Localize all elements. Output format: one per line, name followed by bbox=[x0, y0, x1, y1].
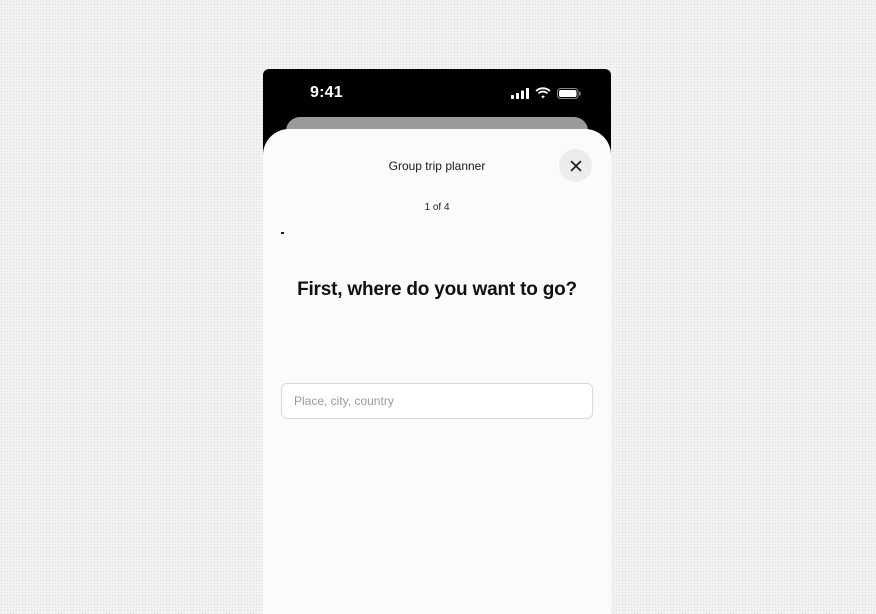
battery-icon bbox=[557, 87, 581, 99]
question-heading: First, where do you want to go? bbox=[297, 279, 577, 300]
close-button[interactable] bbox=[559, 149, 592, 182]
step-counter: 1 of 4 bbox=[424, 202, 450, 213]
status-bar: 9:41 bbox=[263, 69, 611, 117]
destination-input[interactable] bbox=[281, 383, 593, 419]
trip-planner-sheet: Group trip planner 1 of 4 First, where d… bbox=[263, 129, 611, 614]
status-icons bbox=[511, 87, 581, 99]
phone-frame: 9:41 Group trip planner 1 of 4 First, wh… bbox=[263, 69, 611, 614]
cellular-signal-icon bbox=[511, 87, 529, 99]
progress-bar-fill bbox=[281, 232, 285, 234]
progress-bar bbox=[281, 232, 593, 234]
status-time: 9:41 bbox=[310, 84, 343, 101]
close-icon bbox=[570, 160, 581, 171]
wifi-icon bbox=[535, 87, 551, 99]
